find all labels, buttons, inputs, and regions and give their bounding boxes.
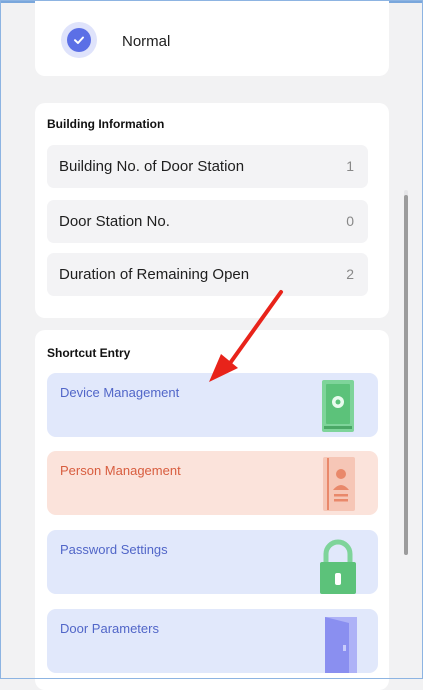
annotation-arrow	[209, 290, 283, 382]
